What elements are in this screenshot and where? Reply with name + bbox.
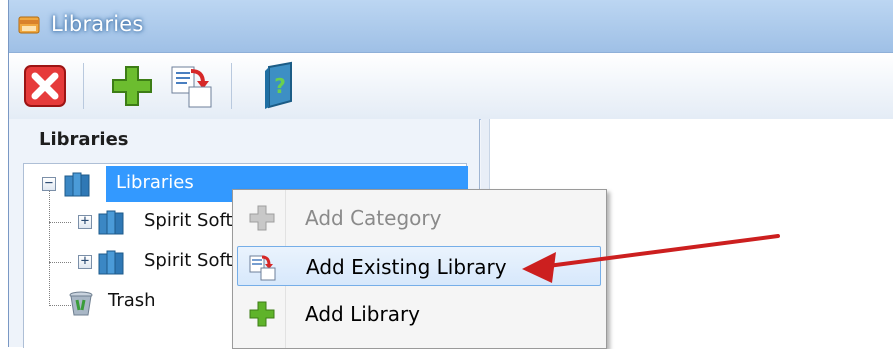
close-button[interactable] <box>21 61 71 111</box>
menu-item-label: Add Category <box>305 206 442 230</box>
add-existing-icon <box>249 255 276 281</box>
svg-text:?: ? <box>274 74 286 98</box>
help-button[interactable]: ? <box>255 61 305 111</box>
panel-header: Libraries <box>39 129 129 150</box>
menu-item-label: Add Existing Library <box>306 255 507 279</box>
library-books-icon <box>98 210 124 235</box>
toolbar-separator <box>83 63 84 109</box>
gray-plus-icon <box>249 205 275 231</box>
tree-node-label: Trash <box>108 290 156 311</box>
collapse-toggle[interactable]: − <box>42 175 56 191</box>
library-books-icon <box>64 172 90 197</box>
add-existing-library-button[interactable] <box>167 61 217 111</box>
tree-node-label: Libraries <box>116 172 194 193</box>
tree-node-label: Spirit Soft <box>144 210 233 231</box>
expand-toggle[interactable]: + <box>78 253 92 269</box>
help-book-icon: ? <box>265 61 292 109</box>
expand-toggle[interactable]: + <box>78 213 92 229</box>
context-menu: Add Category Add Existing Library Add Li… <box>232 189 607 349</box>
title-bar[interactable]: Libraries <box>9 0 893 52</box>
add-existing-icon <box>171 66 212 108</box>
close-icon <box>24 65 66 107</box>
menu-item-add-library[interactable]: Add Library <box>237 294 601 334</box>
toolbar-separator <box>231 63 232 109</box>
menu-item-label: Add Library <box>305 302 421 326</box>
trash-icon <box>69 291 93 316</box>
library-books-icon <box>98 250 124 275</box>
menu-item-add-category[interactable]: Add Category <box>237 198 601 238</box>
app-icon <box>18 16 40 34</box>
tree-node-label: Spirit Soft <box>144 250 233 271</box>
add-library-button[interactable] <box>107 61 157 111</box>
green-plus-icon <box>249 301 275 327</box>
toolbar: ? <box>9 52 893 120</box>
window-title: Libraries <box>51 12 144 36</box>
add-icon <box>112 66 152 106</box>
menu-item-add-existing-library[interactable]: Add Existing Library <box>237 246 601 286</box>
